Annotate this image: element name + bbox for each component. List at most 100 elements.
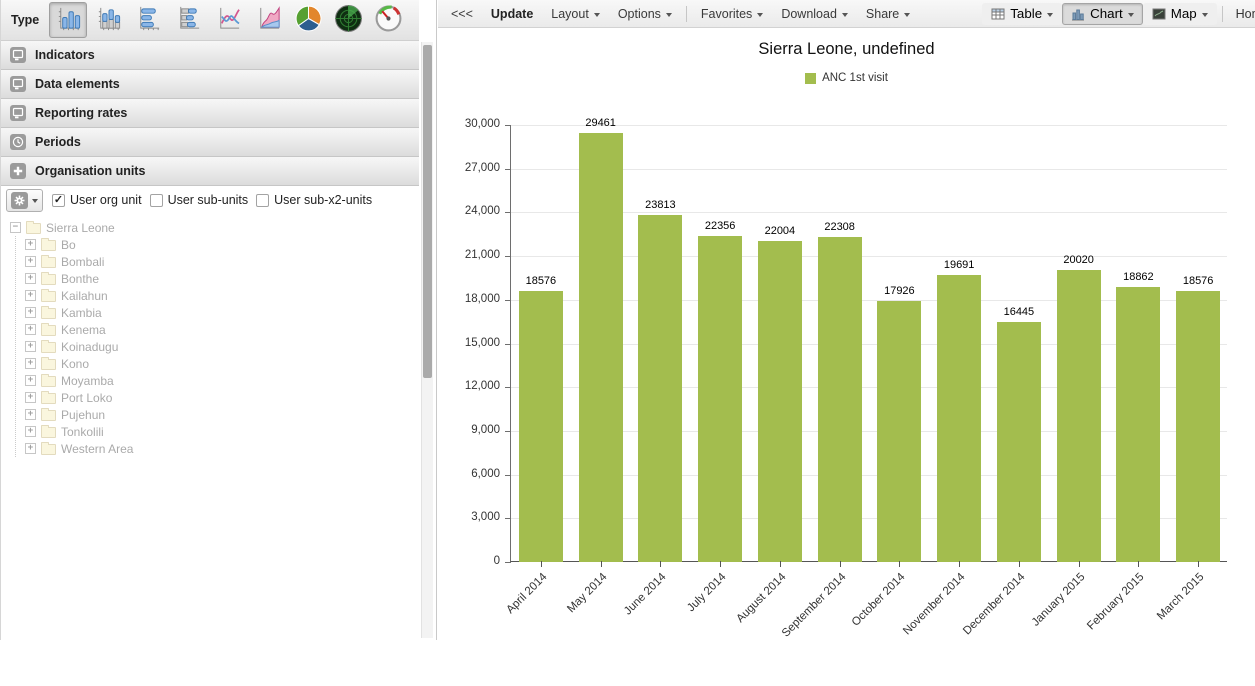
collapse-panel-button[interactable]: <<< bbox=[442, 7, 482, 21]
tree-item-moyamba[interactable]: +Moyamba bbox=[25, 372, 419, 389]
bar-november-2014[interactable] bbox=[937, 275, 981, 562]
bar-july-2014[interactable] bbox=[698, 236, 742, 562]
home-link[interactable]: Home bbox=[1228, 7, 1255, 21]
column-chart-type-button[interactable] bbox=[49, 2, 87, 38]
y-axis-label: 6,000 bbox=[440, 468, 500, 480]
map-view-button[interactable]: Map bbox=[1143, 3, 1217, 25]
expand-node-icon[interactable]: + bbox=[25, 426, 36, 437]
favorites-dropdown[interactable]: Favorites bbox=[692, 7, 772, 21]
orgunit-settings-button[interactable] bbox=[6, 189, 43, 212]
expand-node-icon[interactable]: + bbox=[25, 443, 36, 454]
checked-checkbox-icon[interactable]: ✓ bbox=[52, 194, 65, 207]
collapse-node-icon[interactable]: − bbox=[10, 222, 21, 233]
radar-chart-type-button[interactable] bbox=[329, 2, 367, 38]
bar-june-2014[interactable] bbox=[638, 215, 682, 562]
tree-item-label: Kailahun bbox=[61, 289, 108, 303]
section-periods[interactable]: Periods bbox=[1, 128, 419, 157]
bar-october-2014[interactable] bbox=[877, 301, 921, 562]
section-indicators[interactable]: Indicators bbox=[1, 41, 419, 70]
y-axis-tick bbox=[505, 169, 511, 170]
bar-value-label: 18862 bbox=[1108, 271, 1168, 283]
gear-icon bbox=[11, 192, 28, 209]
tree-item-pujehun[interactable]: +Pujehun bbox=[25, 406, 419, 423]
tree-item-kenema[interactable]: + Kenema bbox=[25, 321, 419, 338]
expand-node-icon[interactable]: + bbox=[25, 324, 36, 335]
share-dropdown-label: Share bbox=[866, 7, 899, 21]
table-view-button-label: Table bbox=[1010, 6, 1042, 21]
update-button[interactable]: Update bbox=[482, 7, 542, 21]
y-axis-label: 3,000 bbox=[440, 511, 500, 523]
tree-item-kailahun[interactable]: + Kailahun bbox=[25, 287, 419, 304]
options-dropdown-label: Options bbox=[618, 7, 661, 21]
bar-august-2014[interactable] bbox=[758, 241, 802, 562]
x-axis-tick bbox=[720, 561, 721, 567]
checkbox-user-sub-x2-units[interactable]: User sub-x2-units bbox=[256, 193, 372, 207]
bar-april-2014[interactable] bbox=[519, 291, 563, 562]
sidebar-scrollbar[interactable] bbox=[421, 42, 433, 638]
bar-december-2014[interactable] bbox=[997, 322, 1041, 562]
stacked-column-chart-type-button[interactable] bbox=[89, 2, 127, 38]
stacked-column-chart-icon bbox=[94, 4, 123, 36]
layout-dropdown[interactable]: Layout bbox=[542, 7, 609, 21]
tree-item-koinadugu[interactable]: +Koinadugu bbox=[25, 338, 419, 355]
checkbox-label: User org unit bbox=[70, 193, 142, 207]
tree-item-label: Kenema bbox=[61, 323, 106, 337]
tree-item-kambia[interactable]: +Kambia bbox=[25, 304, 419, 321]
folder-icon bbox=[41, 410, 56, 421]
line-chart-type-button[interactable] bbox=[209, 2, 247, 38]
unchecked-checkbox-icon[interactable] bbox=[150, 194, 163, 207]
section-organisation-units[interactable]: Organisation units bbox=[1, 157, 419, 186]
gauge-chart-type-button[interactable] bbox=[369, 2, 407, 38]
folder-icon bbox=[41, 308, 56, 319]
expand-node-icon[interactable]: + bbox=[25, 307, 36, 318]
tree-item-bonthe[interactable]: + Bonthe bbox=[25, 270, 419, 287]
y-axis-tick bbox=[505, 387, 511, 388]
checkbox-user-sub-units[interactable]: User sub-units bbox=[150, 193, 249, 207]
expand-node-icon[interactable]: + bbox=[25, 392, 36, 403]
scrollbar-thumb[interactable] bbox=[423, 45, 432, 378]
stacked-bar-chart-type-button[interactable] bbox=[169, 2, 207, 38]
bar-may-2014[interactable] bbox=[579, 133, 623, 562]
tree-item-label: Bonthe bbox=[61, 272, 99, 286]
expand-node-icon[interactable]: + bbox=[25, 375, 36, 386]
table-view-button[interactable]: Table bbox=[982, 3, 1062, 25]
tree-item-western-area[interactable]: +Western Area bbox=[25, 440, 419, 457]
options-dropdown[interactable]: Options bbox=[609, 7, 681, 21]
bar-march-2015[interactable] bbox=[1176, 291, 1220, 562]
tree-root-sierra-leone[interactable]: − Sierra Leone bbox=[10, 219, 419, 236]
bar-value-label: 18576 bbox=[511, 275, 571, 287]
chart-legend[interactable]: ANC 1st visit bbox=[438, 72, 1255, 84]
bar-february-2015[interactable] bbox=[1116, 287, 1160, 562]
pie-chart-type-button[interactable] bbox=[289, 2, 327, 38]
expand-node-icon[interactable]: + bbox=[25, 239, 36, 250]
x-axis-label: December 2014 bbox=[913, 571, 1028, 686]
expand-node-icon[interactable]: + bbox=[25, 290, 36, 301]
checkbox-user-org-unit[interactable]: ✓ User org unit bbox=[52, 193, 142, 207]
expand-node-icon[interactable]: + bbox=[25, 358, 36, 369]
folder-icon bbox=[41, 325, 56, 336]
x-axis-label: April 2014 bbox=[435, 571, 550, 686]
expand-node-icon[interactable]: + bbox=[25, 256, 36, 267]
tree-item-tonkolili[interactable]: +Tonkolili bbox=[25, 423, 419, 440]
tree-item-bo[interactable]: +Bo bbox=[25, 236, 419, 253]
expand-node-icon[interactable]: + bbox=[25, 341, 36, 352]
tree-item-kono[interactable]: +Kono bbox=[25, 355, 419, 372]
section-reporting-rates[interactable]: Reporting rates bbox=[1, 99, 419, 128]
unchecked-checkbox-icon[interactable] bbox=[256, 194, 269, 207]
collapse-panel-button-label: <<< bbox=[451, 7, 473, 21]
share-dropdown[interactable]: Share bbox=[857, 7, 919, 21]
bar-january-2015[interactable] bbox=[1057, 270, 1101, 562]
chart-view-button[interactable]: Chart bbox=[1062, 3, 1143, 25]
bar-september-2014[interactable] bbox=[818, 237, 862, 562]
toolbar-separator bbox=[1222, 6, 1223, 22]
download-dropdown[interactable]: Download bbox=[772, 7, 857, 21]
bar-chart-type-button[interactable] bbox=[129, 2, 167, 38]
tree-item-bombali[interactable]: +Bombali bbox=[25, 253, 419, 270]
section-data-elements[interactable]: Data elements bbox=[1, 70, 419, 99]
expand-node-icon[interactable]: + bbox=[25, 273, 36, 284]
expand-node-icon[interactable]: + bbox=[25, 409, 36, 420]
bar-value-label: 20020 bbox=[1049, 254, 1109, 266]
area-chart-type-button[interactable] bbox=[249, 2, 287, 38]
tree-root-label: Sierra Leone bbox=[46, 221, 115, 235]
tree-item-port-loko[interactable]: +Port Loko bbox=[25, 389, 419, 406]
